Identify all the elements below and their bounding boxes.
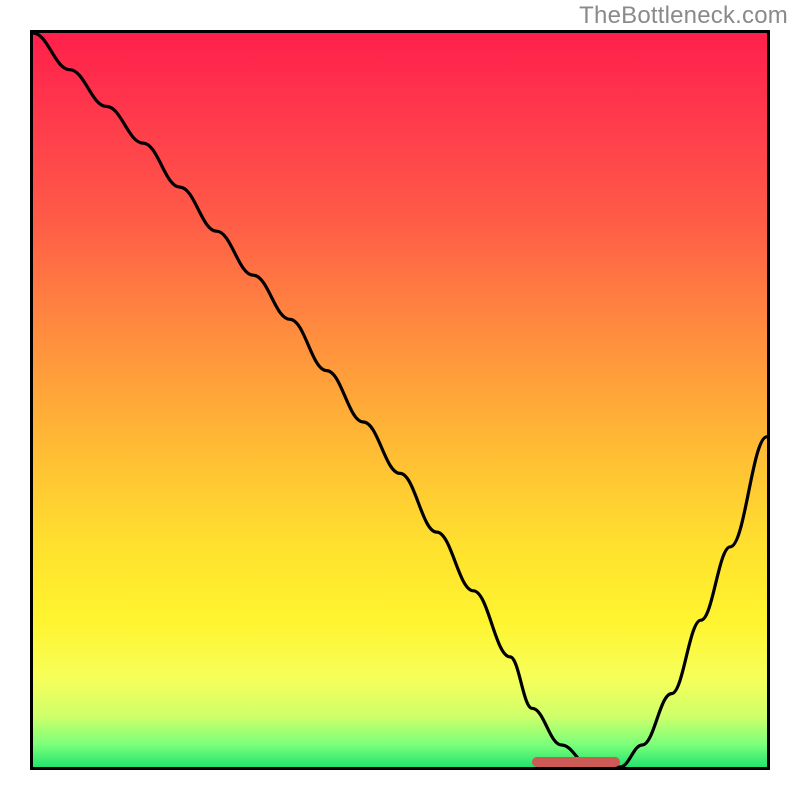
chart-container: TheBottleneck.com	[0, 0, 800, 800]
optimal-range-marker	[532, 757, 620, 767]
gradient-background	[33, 33, 767, 767]
plot-frame	[30, 30, 770, 770]
watermark-text: TheBottleneck.com	[579, 2, 788, 30]
